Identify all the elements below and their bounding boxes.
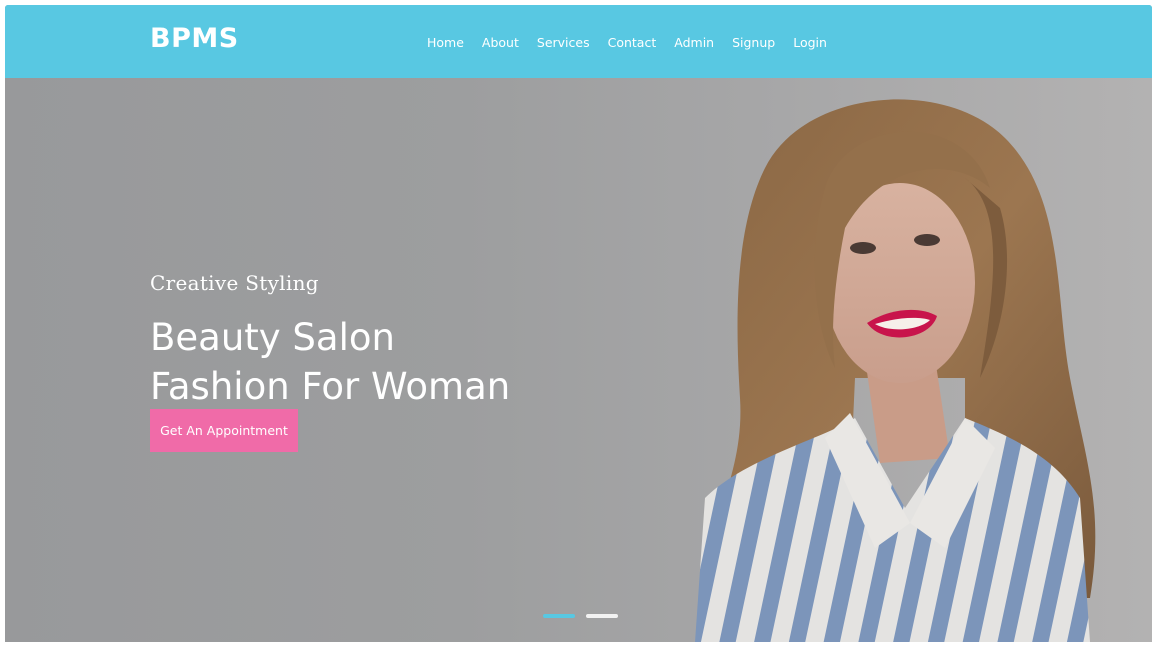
slider-indicators [543, 614, 618, 618]
nav-contact-link[interactable]: Contact [608, 35, 657, 50]
nav-home-link[interactable]: Home [427, 35, 464, 50]
nav-admin-link[interactable]: Admin [674, 35, 714, 50]
site-header: BPMS Home About Services Contact Admin S… [5, 5, 1152, 78]
slide-indicator-1[interactable] [543, 614, 575, 618]
nav-services-link[interactable]: Services [537, 35, 590, 50]
hero-tagline: Creative Styling [150, 271, 319, 295]
nav-login-link[interactable]: Login [793, 35, 827, 50]
get-appointment-button[interactable]: Get An Appointment [150, 409, 298, 452]
hero-slider: Creative Styling Beauty Salon Fashion Fo… [5, 78, 1152, 642]
nav-signup-link[interactable]: Signup [732, 35, 775, 50]
main-nav: Home About Services Contact Admin Signup… [427, 32, 845, 51]
slide-indicator-2[interactable] [586, 614, 618, 618]
page-frame: BPMS Home About Services Contact Admin S… [5, 5, 1152, 642]
hero-headline-line1: Beauty Salon [150, 316, 395, 359]
nav-about-link[interactable]: About [482, 35, 519, 50]
hero-headline-line2: Fashion For Woman [150, 365, 511, 408]
brand-logo[interactable]: BPMS [150, 23, 239, 54]
hero-headline: Beauty Salon Fashion For Woman [150, 313, 510, 411]
